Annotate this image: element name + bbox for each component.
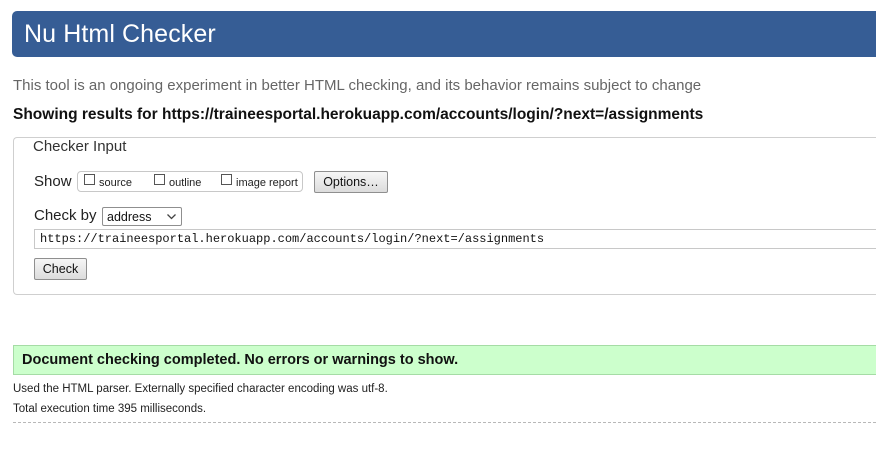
options-button[interactable]: Options… xyxy=(314,171,388,193)
checker-input-legend: Checker Input xyxy=(30,138,130,155)
url-input[interactable]: https://traineesportal.herokuapp.com/acc… xyxy=(34,229,876,249)
execution-time: Total execution time 395 milliseconds. xyxy=(13,403,207,415)
chevron-down-icon xyxy=(167,214,176,220)
image-report-checkbox[interactable] xyxy=(221,174,232,185)
divider xyxy=(13,422,876,423)
outline-checkbox-label[interactable]: outline xyxy=(169,177,201,189)
showing-results-heading: Showing results for https://traineesport… xyxy=(13,106,704,123)
image-report-checkbox-label[interactable]: image report xyxy=(236,177,298,189)
tagline: This tool is an ongoing experiment in be… xyxy=(13,77,702,94)
outline-checkbox[interactable] xyxy=(154,174,165,185)
check-by-selected-value: address xyxy=(107,209,152,224)
check-button[interactable]: Check xyxy=(34,258,87,280)
source-checkbox-label[interactable]: source xyxy=(99,177,132,189)
source-checkbox[interactable] xyxy=(84,174,95,185)
page-header: Nu Html Checker xyxy=(12,11,876,57)
parser-details: Used the HTML parser. Externally specifi… xyxy=(13,383,388,395)
check-by-label: Check by xyxy=(34,207,97,224)
page-title: Nu Html Checker xyxy=(24,19,216,48)
success-message: Document checking completed. No errors o… xyxy=(13,345,876,375)
check-by-select[interactable]: address xyxy=(102,207,182,226)
show-label: Show xyxy=(34,173,72,190)
